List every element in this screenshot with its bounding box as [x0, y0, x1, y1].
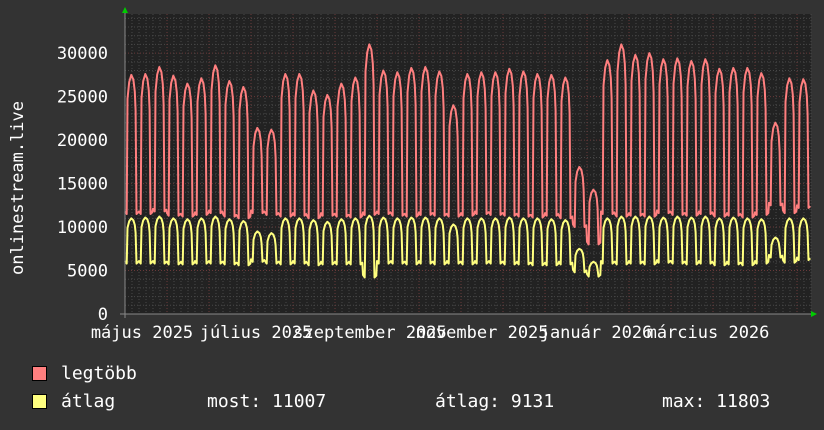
- x-tick-label: március 2026: [647, 323, 770, 343]
- y-axis-ticks: 0 5000 10000 15000 20000 25000 30000: [57, 44, 108, 325]
- x-axis-arrow-icon: [811, 311, 817, 317]
- stat-max: max: 11803: [662, 391, 771, 412]
- y-axis-label: onlinestream.live: [8, 101, 28, 275]
- legend-swatch-atlag: [32, 394, 47, 409]
- y-tick-label: 5000: [67, 262, 108, 282]
- y-tick-label: 25000: [57, 88, 108, 108]
- legend-item-atlag: átlag: [32, 391, 115, 412]
- legend-label-atlag: átlag: [61, 391, 116, 412]
- legend-label-legtobb: legtöbb: [61, 363, 137, 384]
- y-tick-label: 10000: [57, 218, 108, 238]
- y-tick-label: 15000: [57, 175, 108, 195]
- stat-most: most: 11007: [207, 391, 327, 412]
- x-tick-label: november 2025: [415, 323, 548, 343]
- chart: 0 5000 10000 15000 20000 25000 30000 május 202…: [57, 7, 817, 343]
- legend-item-legtobb: legtöbb: [32, 363, 137, 384]
- x-tick-label: május 2025: [91, 323, 193, 343]
- x-axis-ticks: május 2025 július 2025szeptember 2025nove…: [91, 323, 770, 343]
- y-tick-label: 30000: [57, 44, 108, 64]
- legend-swatch-legtobb: [32, 366, 47, 381]
- x-tick-label: január 2026: [540, 323, 653, 343]
- stat-atlag: átlag: 9131: [435, 391, 555, 412]
- y-tick-label: 20000: [57, 131, 108, 151]
- y-tick-label: 0: [98, 305, 108, 325]
- y-axis-arrow-icon: [122, 7, 128, 13]
